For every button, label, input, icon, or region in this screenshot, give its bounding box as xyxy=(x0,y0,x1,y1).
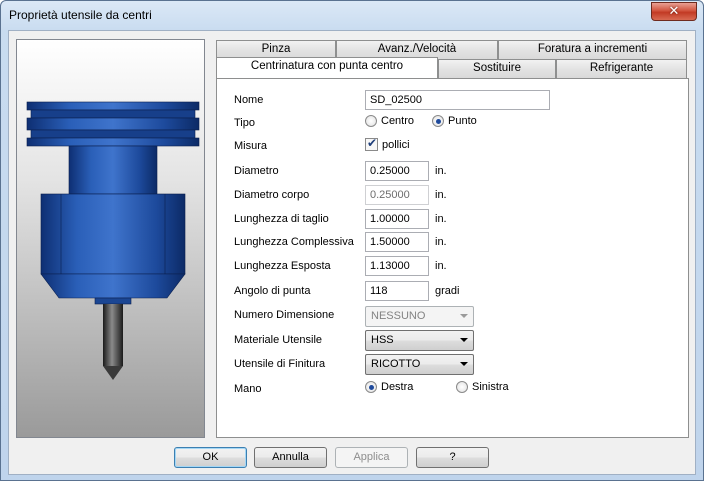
tab-label: Foratura a incrementi xyxy=(537,43,648,55)
radio-label: Destra xyxy=(381,381,414,393)
tipo-radio-punto[interactable]: Punto xyxy=(432,115,477,127)
lunghezza-complessiva-input[interactable] xyxy=(365,232,429,252)
pollici-checkbox[interactable]: ✔ pollici xyxy=(365,136,410,151)
lunghezza-taglio-input[interactable] xyxy=(365,209,429,229)
close-button[interactable]: ✕ xyxy=(651,2,697,21)
tab-refrigerante[interactable]: Refrigerante xyxy=(556,59,687,78)
annulla-button[interactable]: Annulla xyxy=(254,447,327,468)
tool-preview-panel xyxy=(16,39,205,438)
angolo-punta-input[interactable] xyxy=(365,281,429,301)
finitura-label: Utensile di Finitura xyxy=(234,358,326,370)
tab-label: Centrinatura con punta centro xyxy=(250,60,404,72)
numero-dimensione-label: Numero Dimensione xyxy=(234,309,335,321)
radio-circle xyxy=(456,381,468,393)
radio-label: Centro xyxy=(381,115,415,127)
select-value: RICOTTO xyxy=(371,358,421,370)
finitura-select[interactable]: RICOTTO xyxy=(365,354,474,375)
lunghezza-complessiva-unit: in. xyxy=(435,236,447,248)
lunghezza-esposta-label: Lunghezza Esposta xyxy=(234,260,331,272)
lunghezza-taglio-label: Lunghezza di taglio xyxy=(234,213,329,225)
lunghezza-esposta-input[interactable] xyxy=(365,256,429,276)
checkbox-label: pollici xyxy=(382,138,410,151)
chevron-down-icon xyxy=(460,314,468,318)
diametro-corpo-label: Diametro corpo xyxy=(234,189,310,201)
close-icon: ✕ xyxy=(668,4,680,19)
title-bar[interactable]: Proprietà utensile da centri ✕ xyxy=(1,1,703,31)
diametro-unit: in. xyxy=(435,165,447,177)
checkbox-box: ✔ xyxy=(365,136,378,151)
radio-circle xyxy=(365,115,377,127)
radio-circle-selected xyxy=(365,381,377,393)
ok-button[interactable]: OK xyxy=(174,447,247,468)
applica-button: Applica xyxy=(335,447,408,468)
tool-holder-image xyxy=(26,101,200,380)
lunghezza-taglio-unit: in. xyxy=(435,213,447,225)
chevron-down-icon xyxy=(460,362,468,366)
select-value: NESSUNO xyxy=(371,310,426,322)
numero-dimensione-select: NESSUNO xyxy=(365,306,474,327)
diametro-corpo-input xyxy=(365,185,429,205)
nome-label: Nome xyxy=(234,94,264,106)
tab-label: Sostituire xyxy=(473,62,521,74)
nome-input[interactable] xyxy=(365,90,550,110)
tab-sostituire[interactable]: Sostituire xyxy=(438,59,556,78)
materiale-label: Materiale Utensile xyxy=(234,334,323,346)
tab-label: Pinza xyxy=(261,43,291,55)
materiale-select[interactable]: HSS xyxy=(365,330,474,351)
tab-foratura-incrementi[interactable]: Foratura a incrementi xyxy=(498,40,687,59)
tab-label: Refrigerante xyxy=(589,62,654,74)
diametro-input[interactable] xyxy=(365,161,429,181)
radio-label: Sinistra xyxy=(472,381,509,393)
angolo-punta-label: Angolo di punta xyxy=(234,285,311,297)
lunghezza-complessiva-label: Lunghezza Complessiva xyxy=(234,236,354,248)
window-title: Proprietà utensile da centri xyxy=(9,8,152,22)
tab-label: Avanz./Velocità xyxy=(377,43,457,55)
lunghezza-esposta-unit: in. xyxy=(435,260,447,272)
tab-centrinatura[interactable]: Centrinatura con punta centro xyxy=(216,57,438,78)
angolo-punta-unit: gradi xyxy=(435,285,460,297)
tipo-label: Tipo xyxy=(234,117,255,129)
dialog-window: Proprietà utensile da centri ✕ Pinza Ava… xyxy=(0,0,704,481)
mano-radio-sinistra[interactable]: Sinistra xyxy=(456,381,509,393)
chevron-down-icon xyxy=(460,338,468,342)
radio-label: Punto xyxy=(448,115,477,127)
select-value: HSS xyxy=(371,334,394,346)
tab-panel-centrinatura: Nome Tipo Centro Punto Misura ✔ pollici … xyxy=(216,78,689,438)
mano-radio-destra[interactable]: Destra xyxy=(365,381,413,393)
radio-circle-selected xyxy=(432,115,444,127)
diametro-corpo-unit: in. xyxy=(435,189,447,201)
diametro-label: Diametro xyxy=(234,165,279,177)
help-button[interactable]: ? xyxy=(416,447,489,468)
dialog-client: Pinza Avanz./Velocità Foratura a increme… xyxy=(8,30,696,475)
tipo-radio-centro[interactable]: Centro xyxy=(365,115,414,127)
checkmark-icon: ✔ xyxy=(367,136,378,150)
mano-label: Mano xyxy=(234,383,262,395)
misura-label: Misura xyxy=(234,140,268,152)
